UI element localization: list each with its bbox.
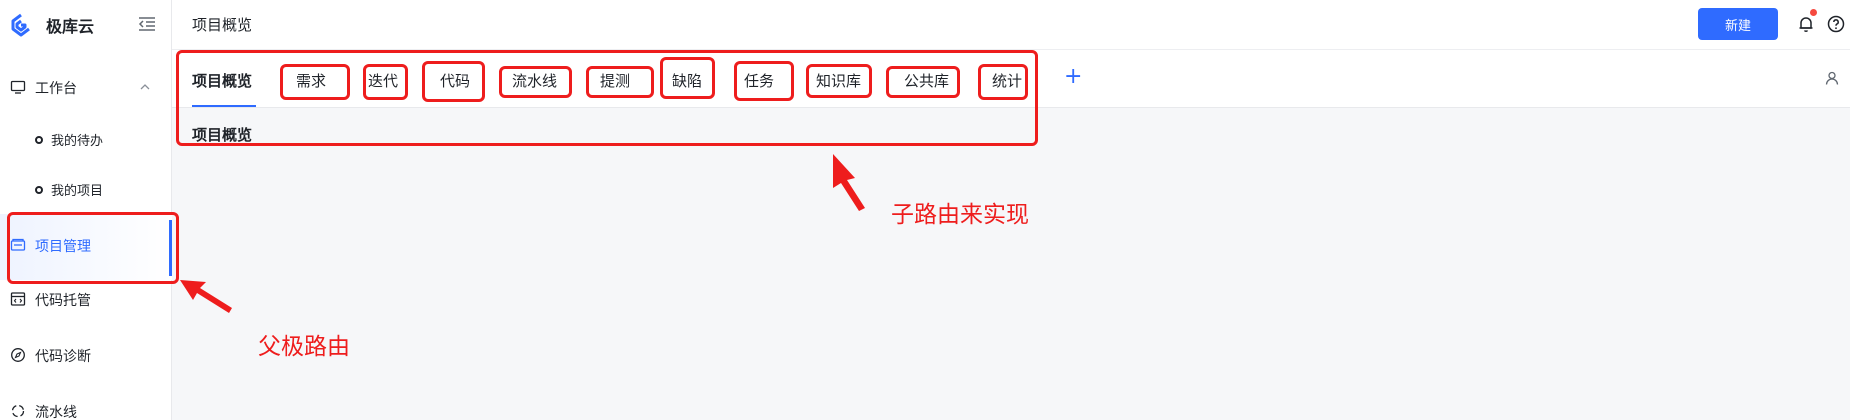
- brand: 极库云: [0, 0, 172, 50]
- annotation-box-tab: [586, 66, 654, 98]
- bell-icon[interactable]: [1796, 14, 1816, 34]
- monitor-icon: [10, 80, 26, 94]
- new-button[interactable]: 新建: [1698, 8, 1778, 40]
- annotation-box-sidebar: [7, 212, 179, 284]
- user-icon[interactable]: [1824, 70, 1840, 86]
- code-icon: [10, 292, 26, 306]
- annotation-arrow-up-icon: [833, 154, 865, 211]
- bullet-icon: [35, 136, 43, 144]
- annotation-box-tab: [499, 66, 572, 98]
- annotation-box-tab: [660, 57, 715, 99]
- annotation-box-tab: [886, 66, 960, 98]
- top-bar: 项目概览 新建: [172, 0, 1850, 50]
- annotation-box-tab: [422, 61, 485, 102]
- sidebar-item-label: 工作台: [35, 81, 77, 97]
- brand-name: 极库云: [46, 17, 95, 36]
- sidebar-item-label: 我的待办: [51, 134, 104, 149]
- app-window: 极库云 工作台 我的待办 我的项目 项目管理 代码托管 代码诊断 流水线 项目概…: [0, 0, 1850, 420]
- sidebar-item-label: 流水线: [35, 405, 77, 420]
- annotation-arrow-left-icon: [180, 280, 232, 313]
- collapse-sidebar-icon[interactable]: [136, 13, 158, 35]
- brand-logo-icon: [11, 13, 30, 37]
- compass-icon: [11, 348, 25, 362]
- annotation-box-tab: [806, 64, 872, 98]
- bullet-icon: [35, 186, 43, 194]
- annotation-child-route: 子路由来实现: [891, 202, 1029, 228]
- page-title: 项目概览: [192, 16, 253, 34]
- sidebar-item-workbench[interactable]: 工作台: [0, 64, 172, 110]
- sidebar-item-label: 代码诊断: [35, 349, 91, 365]
- annotation-parent-route: 父极路由: [258, 334, 350, 360]
- chevron-up-icon: [140, 84, 150, 90]
- sidebar-item-my-projects[interactable]: 我的项目: [0, 166, 172, 212]
- annotation-box-tab: [363, 64, 408, 100]
- pipeline-icon: [11, 404, 25, 418]
- annotation-box-tab: [978, 64, 1028, 100]
- annotation-box-tab: [280, 64, 350, 100]
- sidebar-item-pipeline[interactable]: 流水线: [0, 388, 172, 420]
- sidebar-item-code-diagnosis[interactable]: 代码诊断: [0, 332, 172, 378]
- sidebar-item-my-todo[interactable]: 我的待办: [0, 116, 172, 162]
- sidebar: 极库云 工作台 我的待办 我的项目 项目管理 代码托管 代码诊断 流水线: [0, 0, 172, 420]
- add-tab-button[interactable]: +: [1064, 64, 1082, 89]
- sidebar-item-label: 我的项目: [51, 184, 104, 199]
- sidebar-item-label: 代码托管: [35, 293, 91, 309]
- notification-badge: [1810, 9, 1817, 16]
- annotation-box-tab: [734, 61, 794, 101]
- help-icon[interactable]: [1826, 14, 1846, 34]
